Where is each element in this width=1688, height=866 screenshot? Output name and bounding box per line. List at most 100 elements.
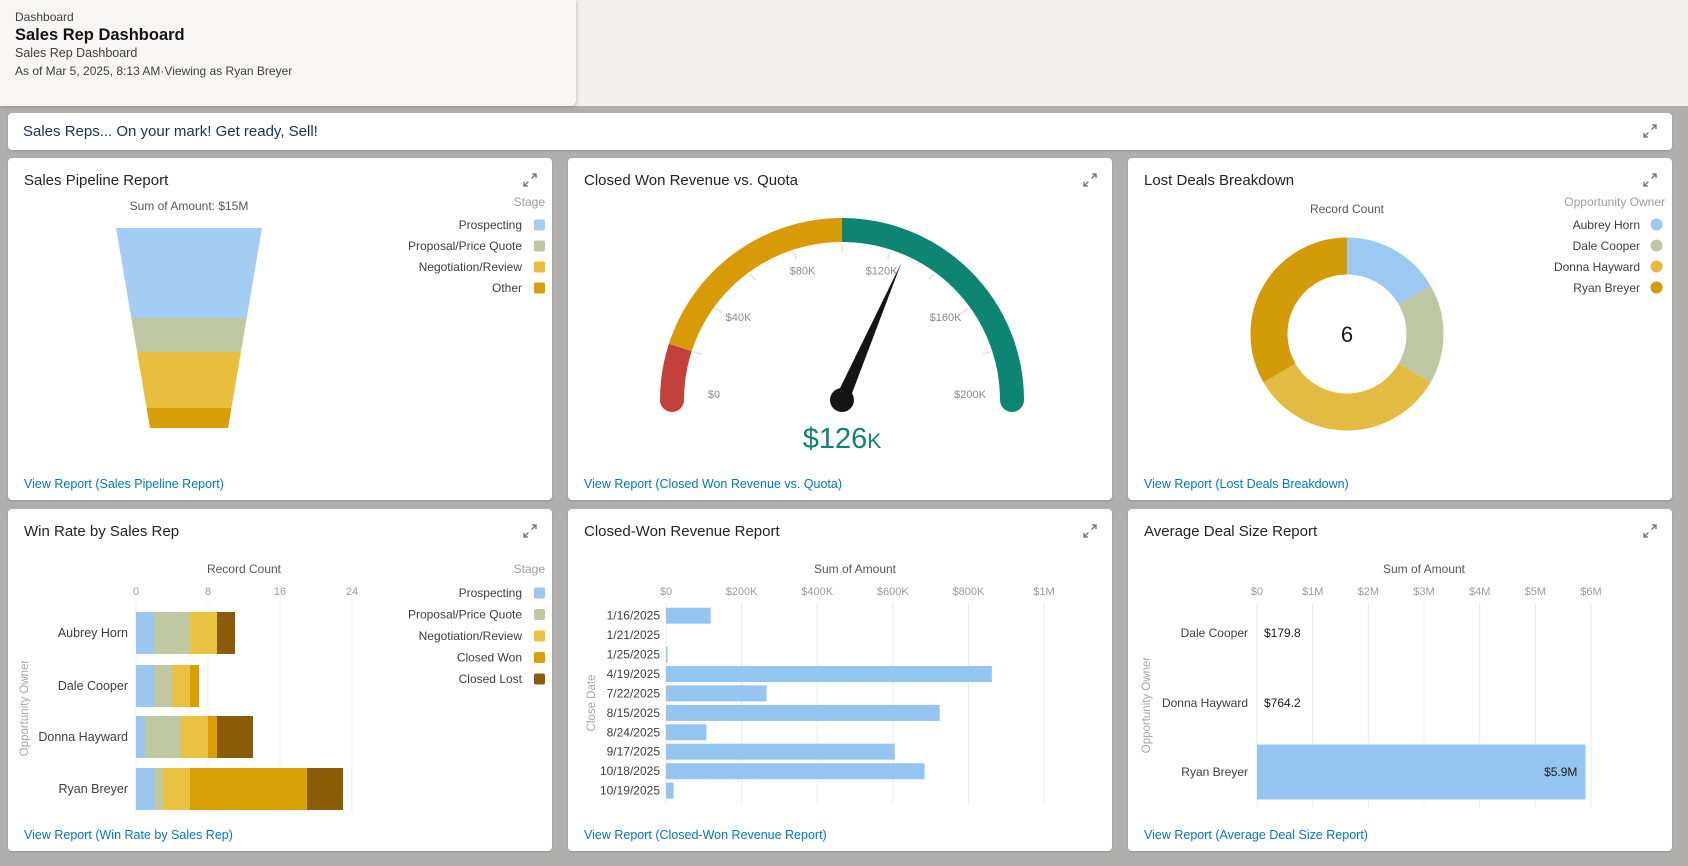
funnel-segment-proposal-price-quote[interactable] bbox=[131, 318, 247, 352]
y-category-label: 1/25/2025 bbox=[607, 648, 661, 662]
panel-expand-button[interactable] bbox=[1642, 173, 1658, 189]
y-category-label: Dale Cooper bbox=[58, 679, 128, 693]
gauge-needle bbox=[835, 262, 902, 403]
view-report-link[interactable]: View Report (Closed-Won Revenue Report) bbox=[584, 828, 827, 842]
x-tick-label: 0 bbox=[133, 586, 139, 598]
donut-slice-aubrey-horn[interactable] bbox=[1346, 237, 1431, 305]
bar-10-18-2025[interactable] bbox=[666, 763, 925, 780]
x-tick-label: $1M bbox=[1033, 586, 1054, 598]
funnel-chart: Sum of Amount: $15M Stage Prospecting Propo… bbox=[116, 195, 545, 428]
view-report-link[interactable]: View Report (Sales Pipeline Report) bbox=[24, 477, 224, 491]
legend-item: Proposal/Price Quote bbox=[408, 239, 545, 253]
y-category-label: 1/21/2025 bbox=[607, 628, 661, 642]
funnel-segment-negotiation-review[interactable] bbox=[137, 352, 241, 408]
view-report-link[interactable]: View Report (Win Rate by Sales Rep) bbox=[24, 828, 233, 842]
donut-slice-donna-hayward[interactable] bbox=[1263, 363, 1431, 431]
banner-expand-button[interactable] bbox=[1642, 124, 1658, 140]
bar-segment-aubrey-horn-prospecting[interactable] bbox=[136, 612, 154, 654]
expand-icon bbox=[523, 524, 537, 538]
y-category-label: 10/19/2025 bbox=[600, 784, 660, 798]
view-report-link[interactable]: View Report (Lost Deals Breakdown) bbox=[1144, 477, 1349, 491]
panel-title: Lost Deals Breakdown bbox=[1144, 172, 1295, 189]
x-axis-title: Sum of Amount bbox=[1383, 562, 1466, 576]
bar-segment-dale-cooper-negotiation-review[interactable] bbox=[172, 665, 190, 707]
y-category-label: 1/16/2025 bbox=[607, 609, 661, 623]
bar-segment-ryan-breyer-closed-lost[interactable] bbox=[307, 768, 343, 810]
bar-segment-dale-cooper-prospecting[interactable] bbox=[136, 665, 154, 707]
y-category-label: Dale Cooper bbox=[1181, 626, 1248, 640]
x-tick-label: $4M bbox=[1469, 586, 1490, 598]
legend-swatch bbox=[534, 652, 545, 663]
bar-segment-dale-cooper-proposal-price-quote[interactable] bbox=[154, 665, 172, 707]
bar-8-24-2025[interactable] bbox=[666, 724, 707, 741]
donut-slice-dale-cooper[interactable] bbox=[1398, 285, 1444, 383]
gauge-tick bbox=[715, 307, 723, 314]
bar-4-19-2025[interactable] bbox=[666, 666, 992, 682]
bar-segment-donna-hayward-closed-won[interactable] bbox=[208, 716, 217, 758]
gauge-band-cap bbox=[660, 388, 684, 412]
bar-segment-ryan-breyer-prospecting[interactable] bbox=[136, 768, 154, 810]
bar-segment-aubrey-horn-proposal-price-quote[interactable] bbox=[154, 612, 190, 654]
view-report-link[interactable]: View Report (Average Deal Size Report) bbox=[1144, 828, 1368, 842]
header-card: Dashboard Sales Rep Dashboard Sales Rep … bbox=[0, 0, 576, 106]
legend-swatch bbox=[1650, 260, 1663, 273]
bar-segment-ryan-breyer-closed-won[interactable] bbox=[190, 768, 307, 810]
funnel-segment-other[interactable] bbox=[146, 408, 232, 428]
funnel-segment-prospecting[interactable] bbox=[116, 228, 262, 318]
bar-segment-ryan-breyer-proposal-price-quote[interactable] bbox=[154, 768, 163, 810]
bar-value-label: $179.8 bbox=[1264, 626, 1301, 640]
x-tick-label: $0 bbox=[1251, 586, 1263, 598]
bar-segment-aubrey-horn-negotiation-review[interactable] bbox=[190, 612, 217, 654]
bar-chart-owner: Sum of Amount $0 $1M $2M $3M $4M $5M $6M Opportu… bbox=[1141, 562, 1602, 807]
bar-segment-ryan-breyer-negotiation-review[interactable] bbox=[163, 768, 190, 810]
bar-1-16-2025[interactable] bbox=[666, 607, 711, 624]
panel-title: Average Deal Size Report bbox=[1144, 523, 1318, 540]
y-category-label: 10/18/2025 bbox=[600, 764, 660, 778]
legend-swatch bbox=[1650, 281, 1663, 294]
y-axis-title: Opportunity Owner bbox=[19, 660, 31, 757]
bar-segment-donna-hayward-negotiation-review[interactable] bbox=[181, 716, 208, 758]
y-axis-title: Close Date bbox=[586, 675, 598, 732]
donut-title: Record Count bbox=[1310, 202, 1385, 216]
gauge-tick-label: $200K bbox=[954, 389, 986, 401]
x-tick-label: $200K bbox=[726, 586, 758, 598]
funnel-title: Sum of Amount: $15M bbox=[130, 199, 249, 213]
panel-title: Closed Won Revenue vs. Quota bbox=[584, 172, 799, 189]
legend-item: Negotiation/Review bbox=[419, 260, 545, 274]
bar-segment-donna-hayward-closed-lost[interactable] bbox=[217, 716, 253, 758]
panel-expand-button[interactable] bbox=[522, 173, 538, 189]
bar-1-25-2025[interactable] bbox=[666, 646, 668, 663]
banner-message: Sales Reps... On your mark! Get ready, S… bbox=[23, 123, 318, 140]
y-category-label: Donna Hayward bbox=[38, 730, 128, 744]
y-category-label: Donna Hayward bbox=[1162, 696, 1248, 710]
bar-10-19-2025[interactable] bbox=[666, 782, 674, 799]
x-tick-label: $2M bbox=[1358, 586, 1379, 598]
gauge-band bbox=[841, 218, 1024, 401]
bar-segment-aubrey-horn-closed-lost[interactable] bbox=[217, 612, 235, 654]
breadcrumb[interactable]: Dashboard bbox=[15, 9, 576, 25]
panel-expand-button[interactable] bbox=[1082, 524, 1098, 540]
bar-segment-donna-hayward-prospecting[interactable] bbox=[136, 716, 145, 758]
header-band: Dashboard Sales Rep Dashboard Sales Rep … bbox=[0, 0, 1688, 106]
panel-expand-button[interactable] bbox=[1082, 173, 1098, 189]
legend-swatch bbox=[534, 673, 545, 685]
bar-segment-dale-cooper-closed-won[interactable] bbox=[190, 665, 199, 707]
panel-expand-button[interactable] bbox=[1642, 524, 1658, 540]
bar-9-17-2025[interactable] bbox=[666, 743, 895, 760]
legend-label: Closed Lost bbox=[459, 672, 523, 686]
panel-expand-button[interactable] bbox=[522, 524, 538, 540]
legend-label: Ryan Breyer bbox=[1573, 281, 1640, 295]
page-subtitle: Sales Rep Dashboard bbox=[15, 46, 138, 60]
y-category-label: Ryan Breyer bbox=[1181, 765, 1248, 779]
donut-slice-ryan-breyer[interactable] bbox=[1250, 237, 1348, 383]
bar-ryan-breyer[interactable] bbox=[1257, 744, 1586, 800]
panel-win-rate: Win Rate by Sales Rep Record Count 0 8 16 24… bbox=[8, 509, 552, 851]
dashboard: { "header": { "breadcrumb": "Dashboard",… bbox=[0, 0, 1688, 866]
legend-item: Aubrey Horn bbox=[1573, 218, 1663, 232]
bar-segment-donna-hayward-proposal-price-quote[interactable] bbox=[145, 716, 181, 758]
bar-7-22-2025[interactable] bbox=[666, 685, 767, 702]
gauge-tick bbox=[693, 351, 702, 355]
y-category-label: 4/19/2025 bbox=[607, 667, 661, 681]
bar-8-15-2025[interactable] bbox=[666, 704, 940, 721]
view-report-link[interactable]: View Report (Closed Won Revenue vs. Quot… bbox=[584, 477, 842, 491]
